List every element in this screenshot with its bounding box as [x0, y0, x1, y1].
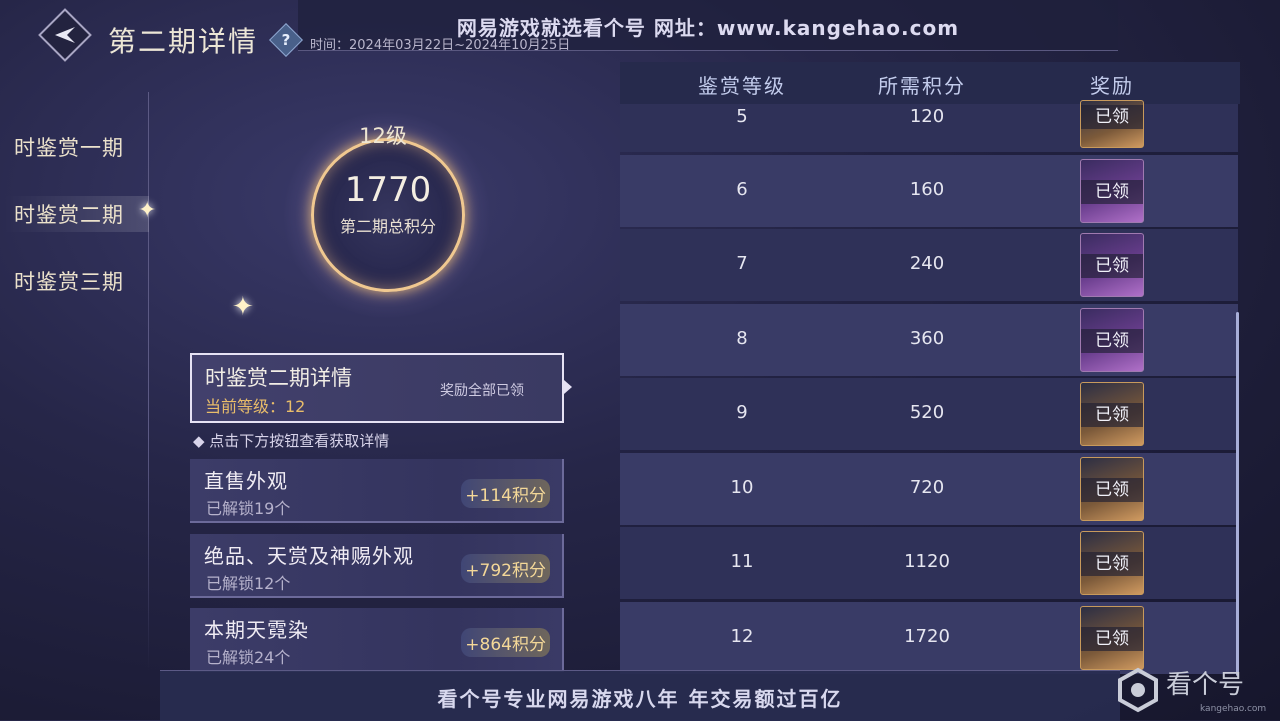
category-unlocked: 已解锁12个 [206, 574, 291, 593]
reward-claimed-label: 已领 [1081, 180, 1143, 204]
category-points-badge: +864积分 [461, 628, 550, 657]
watermark-logo-icon [1118, 667, 1158, 713]
watermark-domain: kangehao.com [1200, 704, 1267, 714]
page-title: 第二期详情 [108, 25, 259, 58]
column-header-reward: 奖励 [1090, 74, 1134, 98]
reward-claimed-label: 已领 [1081, 478, 1143, 502]
watermark-brand: 看个号 [1166, 670, 1245, 700]
reward-claimed-label: 已领 [1081, 254, 1143, 278]
row-points: 1120 [904, 551, 950, 572]
row-level: 12 [730, 626, 754, 647]
reward-item-icon[interactable]: 已领 [1080, 382, 1144, 446]
bottom-banner: 看个号专业网易游戏八年 年交易额过百亿 [160, 670, 1120, 721]
nav-item-period-1[interactable]: 时鉴赏一期 [14, 132, 124, 162]
score-level: 12级 [359, 124, 407, 148]
reward-item-icon[interactable]: 已领 [1080, 308, 1144, 372]
column-header-points: 所需积分 [878, 74, 966, 98]
category-points-badge: +792积分 [461, 554, 550, 583]
hint-text: ◆ 点击下方按钮查看获取详情 [193, 432, 390, 450]
nav-divider [148, 92, 149, 670]
column-header-level: 鉴赏等级 [698, 74, 786, 98]
category-points-badge: +114积分 [461, 479, 550, 508]
row-points: 520 [909, 402, 945, 423]
row-level: 11 [730, 551, 754, 572]
table-scrollbar[interactable] [1236, 312, 1239, 676]
row-level: 8 [736, 328, 748, 349]
reward-item-icon[interactable]: 已领 [1080, 233, 1144, 297]
category-unlocked: 已解锁19个 [206, 499, 291, 518]
row-level: 6 [736, 179, 748, 200]
category-title: 绝品、天赏及神赐外观 [204, 544, 414, 568]
category-card-premium[interactable]: 绝品、天赏及神赐外观 已解锁12个 +792积分 [190, 534, 564, 598]
table-row: 10 720 已领 [620, 453, 1238, 525]
table-row: 9 520 已领 [620, 378, 1238, 450]
reward-claimed-label: 已领 [1081, 105, 1143, 129]
row-level: 10 [730, 477, 754, 498]
table-row: 7 240 已领 [620, 229, 1238, 301]
row-points: 360 [909, 328, 945, 349]
row-points: 720 [909, 477, 945, 498]
category-card-direct-sale[interactable]: 直售外观 已解锁19个 +114积分 [190, 459, 564, 523]
row-points: 240 [909, 253, 945, 274]
reward-claimed-label: 已领 [1081, 552, 1143, 576]
reward-claimed-label: 已领 [1081, 627, 1143, 651]
category-title: 直售外观 [204, 469, 288, 493]
detail-current-level: 当前等级：12 [205, 397, 306, 416]
reward-item-icon[interactable]: 已领 [1080, 100, 1144, 148]
row-points: 160 [909, 179, 945, 200]
detail-title: 时鉴赏二期详情 [205, 366, 352, 390]
reward-claimed-label: 已领 [1081, 403, 1143, 427]
category-card-dye[interactable]: 本期天霓染 已解锁24个 +864积分 [190, 608, 564, 672]
detail-arrow-icon [564, 380, 572, 394]
row-level: 7 [736, 253, 748, 274]
score-total: 1770 [344, 170, 432, 210]
table-row: 6 160 已领 [620, 155, 1238, 227]
nav-item-period-2[interactable]: 时鉴赏二期 [14, 199, 124, 229]
table-row: 11 1120 已领 [620, 527, 1238, 599]
score-caption: 第二期总积分 [339, 217, 436, 236]
nav-item-period-3[interactable]: 时鉴赏三期 [14, 266, 124, 296]
table-row: 8 360 已领 [620, 304, 1238, 376]
bottom-banner-text: 看个号专业网易游戏八年 年交易额过百亿 [437, 687, 843, 711]
sparkle-icon: ✦ [232, 292, 254, 322]
back-icon [55, 27, 75, 43]
reward-item-icon[interactable]: 已领 [1080, 531, 1144, 595]
table-row: 5 120 已领 [620, 100, 1238, 152]
reward-item-icon[interactable]: 已领 [1080, 457, 1144, 521]
category-unlocked: 已解锁24个 [206, 648, 291, 667]
row-points: 120 [909, 106, 945, 127]
sparkle-icon: ✦ [138, 198, 157, 223]
back-button[interactable] [38, 8, 92, 62]
time-label: 时间：2024年03月22日~2024年10月25日 [310, 38, 571, 53]
reward-claimed-label: 已领 [1081, 329, 1143, 353]
reward-item-icon[interactable]: 已领 [1080, 159, 1144, 223]
watermark: 看个号 kangehao.com [1108, 660, 1280, 720]
row-level: 5 [736, 106, 748, 127]
detail-reward-status: 奖励全部已领 [440, 383, 524, 399]
row-level: 9 [736, 402, 748, 423]
row-points: 1720 [904, 626, 950, 647]
category-title: 本期天霓染 [204, 618, 309, 642]
